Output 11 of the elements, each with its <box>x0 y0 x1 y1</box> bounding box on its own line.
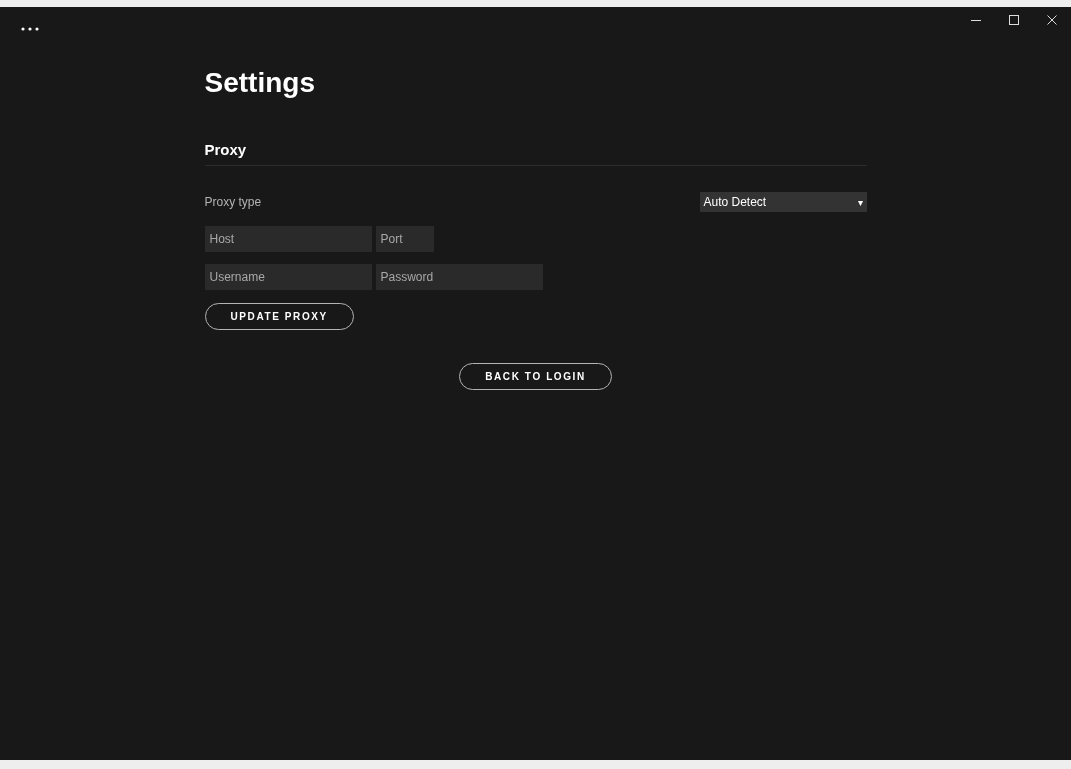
input-field[interactable]: Host <box>204 226 372 252</box>
page-title: Settings <box>204 67 316 99</box>
section-heading: Proxy <box>204 141 867 166</box>
input-field[interactable]: Port <box>375 226 434 252</box>
close-icon[interactable] <box>1047 15 1057 25</box>
input-field[interactable]: Username <box>204 264 372 290</box>
input-field[interactable]: Password <box>375 264 543 290</box>
maximize-icon[interactable] <box>1009 15 1019 25</box>
proxy-type-dropdown[interactable]: Auto Detect ▾ <box>699 192 867 212</box>
more-options-icon[interactable] <box>21 27 39 31</box>
field-label: Proxy type <box>204 195 262 209</box>
